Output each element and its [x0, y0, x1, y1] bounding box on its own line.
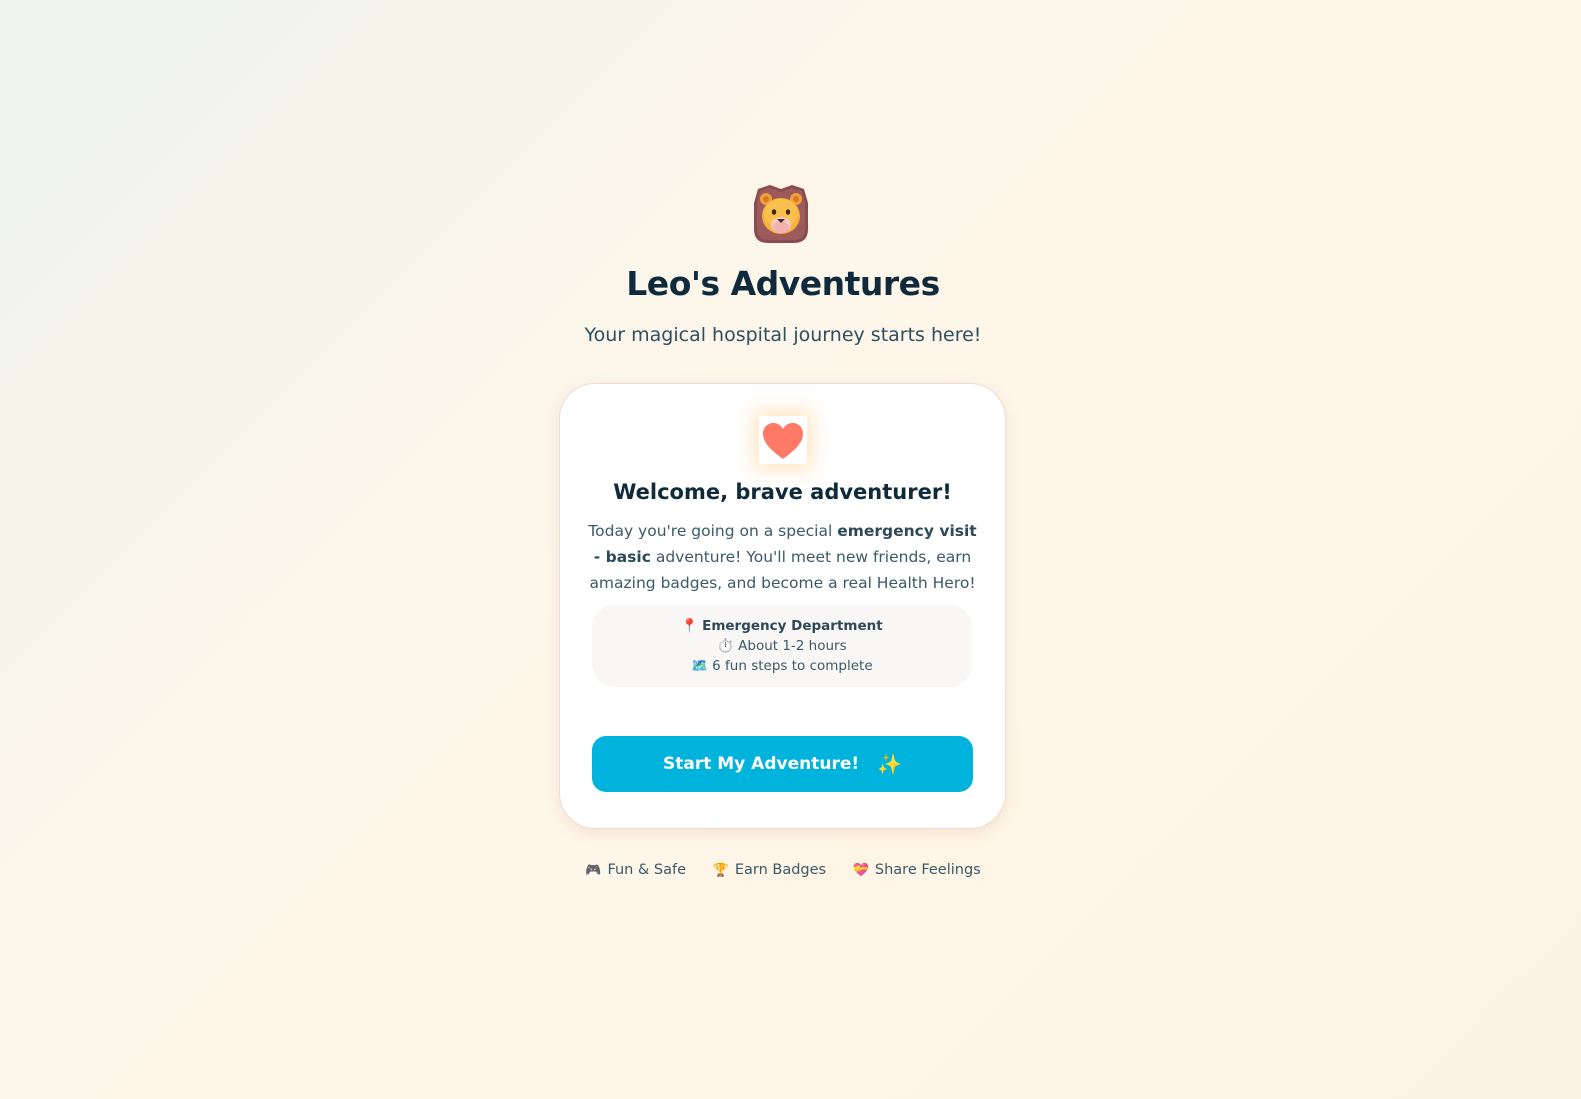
feature-label: Share Feelings — [874, 862, 981, 878]
feature-fun-safe: 🎮 Fun & Safe — [585, 862, 686, 878]
feature-list: 🎮 Fun & Safe 🏆 Earn Badges 💝 Share Feelings — [0, 862, 1566, 878]
start-button-label: Start My Adventure! — [662, 754, 860, 774]
welcome-card: Welcome, brave adventurer! Today you're … — [559, 383, 1006, 829]
feature-earn-badges: 🏆 Earn Badges — [713, 862, 826, 878]
welcome-page: Leo's Adventures Your magical hospital j… — [0, 0, 1581, 1099]
department-label: Emergency Department — [702, 618, 883, 634]
welcome-title: Welcome, brave adventurer! — [613, 480, 952, 504]
feature-label: Earn Badges — [734, 862, 827, 878]
duration-label: About 1-2 hours — [738, 638, 847, 654]
game-controller-icon: 🎮 — [585, 863, 602, 878]
pin-icon: 📍 — [681, 618, 699, 634]
description-intro: Today you're going on a special — [588, 522, 838, 540]
map-icon: 🗺️ — [691, 658, 709, 674]
sparkles-icon: ✨ — [877, 752, 903, 776]
start-adventure-button[interactable]: Start My Adventure! ✨ — [592, 736, 973, 792]
info-steps: 🗺️ 6 fun steps to complete — [592, 656, 972, 676]
steps-label: 6 fun steps to complete — [712, 658, 873, 674]
heart-gift-icon: 💝 — [852, 863, 869, 878]
app-title: Leo's Adventures — [626, 264, 940, 303]
feature-label: Fun & Safe — [607, 862, 687, 878]
feature-share-feelings: 💝 Share Feelings — [853, 862, 981, 878]
app-subtitle: Your magical hospital journey starts her… — [584, 324, 982, 346]
welcome-description: Today you're going on a special emergenc… — [588, 518, 977, 596]
stopwatch-icon: ⏱️ — [717, 638, 735, 654]
visit-info-box: 📍 Emergency Department ⏱️ About 1-2 hours … — [592, 605, 972, 687]
info-department: 📍 Emergency Department — [592, 616, 972, 636]
heart-icon — [759, 416, 807, 464]
trophy-icon: 🏆 — [712, 863, 729, 878]
info-duration: ⏱️ About 1-2 hours — [592, 636, 972, 656]
lion-face-icon — [750, 183, 812, 245]
